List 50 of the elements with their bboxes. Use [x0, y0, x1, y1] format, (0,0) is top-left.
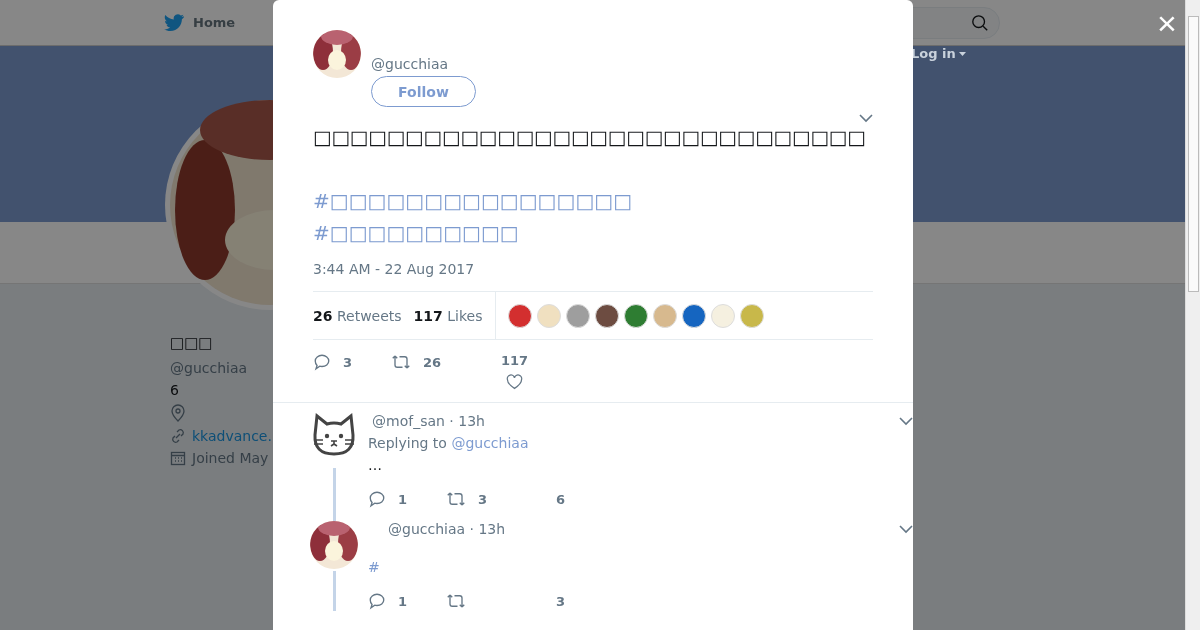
reply-count: 1 [398, 491, 408, 507]
heart-icon[interactable] [506, 374, 524, 390]
profile-bio: 6 [170, 382, 179, 398]
profile-name: □□□ [170, 333, 213, 354]
search-icon[interactable] [971, 14, 989, 32]
retweet-icon[interactable] [446, 490, 466, 508]
follow-button[interactable]: Follow [371, 76, 476, 107]
user-handle[interactable]: @gucchiaa [371, 56, 476, 72]
reply-icon[interactable] [313, 353, 331, 371]
home-link[interactable]: Home [193, 15, 236, 30]
caret-icon [958, 51, 966, 56]
close-button[interactable]: × [1152, 6, 1182, 40]
user-avatar[interactable] [623, 303, 648, 328]
reply-count: 1 [398, 593, 408, 609]
hashtag-link[interactable]: # [368, 559, 873, 575]
stat-count[interactable]: 26 Retweets [313, 307, 402, 324]
user-avatar[interactable] [594, 303, 619, 328]
tweet-text: □□□□□□□□□□□□□□□□□□□□□□□□□□□□□□ [313, 125, 866, 151]
replying-to-text: Replying to @gucchiaa [368, 435, 530, 451]
chevron-down-icon[interactable] [859, 114, 873, 123]
scrollbar[interactable] [1185, 0, 1200, 630]
tweet-timestamp: 3:44 AM - 22 Aug 2017 [313, 261, 476, 277]
location-icon [170, 404, 186, 422]
profile-handle: @gucchiaa [170, 360, 248, 376]
retweet-count: 26 [423, 354, 442, 370]
user-avatar [313, 30, 361, 78]
link-icon [170, 428, 186, 444]
calendar-icon [170, 450, 186, 466]
user-avatar [310, 521, 358, 569]
like-count: 3 [556, 593, 566, 609]
user-avatar[interactable] [507, 303, 532, 328]
reply-icon[interactable] [368, 592, 386, 610]
chevron-down-icon[interactable] [899, 525, 913, 534]
reply-icon[interactable] [368, 490, 386, 508]
reply-author[interactable]: @mof_san · 13h [368, 413, 873, 429]
hashtag-link[interactable]: #□□□□□□□□□□□□□□□□ [313, 185, 633, 217]
retweet-count: 3 [478, 491, 488, 507]
hashtag-link[interactable]: #□□□□□□□□□□ [313, 217, 519, 249]
chevron-down-icon[interactable] [899, 417, 913, 426]
retweet-icon[interactable] [446, 592, 466, 610]
reply-count: 3 [343, 354, 353, 370]
profile-link[interactable]: kkadvance. [192, 428, 272, 444]
like-count: 117 [501, 353, 529, 368]
user-avatar[interactable] [681, 303, 706, 328]
like-count: 6 [556, 491, 566, 507]
reply-text: … [368, 457, 383, 473]
reply-author[interactable]: @gucchiaa · 13h [368, 521, 873, 537]
stat-count[interactable]: 117 Likes [413, 307, 483, 324]
joined-date: Joined May [192, 450, 269, 466]
retweet-icon[interactable] [391, 353, 411, 371]
